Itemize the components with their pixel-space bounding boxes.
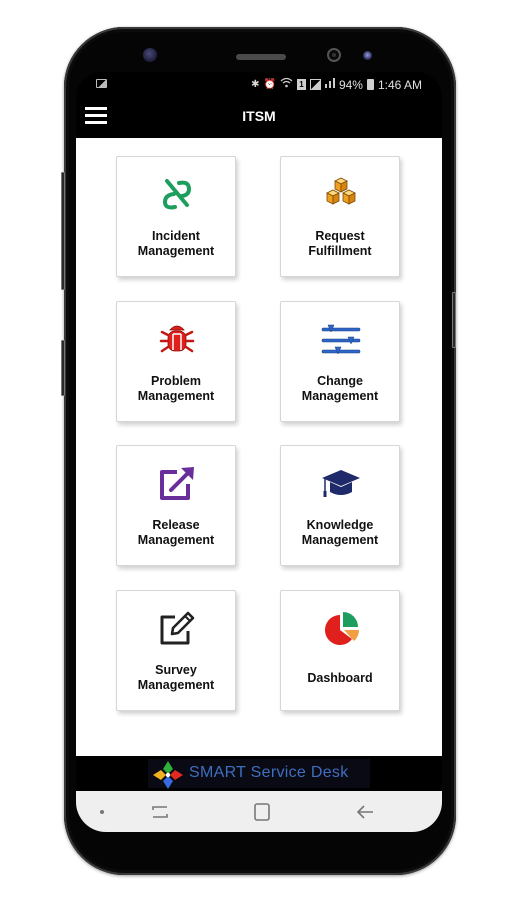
battery-icon bbox=[366, 79, 374, 90]
sim-icon: 1 bbox=[296, 79, 306, 90]
phone-screen: ✱ ⏰ 1 94% 1:46 AM ITSM Incident Manageme… bbox=[76, 72, 442, 832]
nav-dot-indicator bbox=[100, 810, 104, 814]
external-link-icon bbox=[160, 467, 194, 500]
home-icon[interactable] bbox=[251, 801, 273, 823]
recents-icon[interactable] bbox=[149, 801, 171, 823]
edit-pencil-icon bbox=[160, 611, 195, 645]
tile-survey-management[interactable]: Survey Management bbox=[116, 590, 236, 711]
tile-knowledge-management[interactable]: Knowledge Management bbox=[280, 445, 400, 566]
tile-release-management[interactable]: Release Management bbox=[116, 445, 236, 566]
tile-label-line1: Problem bbox=[150, 374, 201, 388]
bixby-button bbox=[61, 340, 65, 396]
gallery-icon bbox=[96, 79, 107, 88]
app-bar: ITSM bbox=[76, 96, 442, 138]
brand-footer: SMART Service Desk bbox=[76, 756, 442, 791]
proximity-sensor bbox=[143, 48, 157, 62]
broken-link-icon bbox=[162, 179, 192, 210]
tile-label: Knowledge Management bbox=[281, 518, 399, 548]
tile-label: Request Fulfillment bbox=[281, 229, 399, 259]
tile-label-line1: Dashboard bbox=[307, 671, 373, 685]
status-bar: ✱ ⏰ 1 94% 1:46 AM bbox=[76, 72, 442, 96]
system-nav-bar bbox=[76, 791, 442, 832]
clock: 1:46 AM bbox=[377, 77, 422, 92]
module-grid: Incident Management Request Fulfillment … bbox=[76, 138, 442, 756]
tile-label: Survey Management bbox=[117, 663, 235, 693]
power-button bbox=[452, 292, 456, 348]
tile-label-line2: Management bbox=[137, 678, 215, 692]
tile-dashboard[interactable]: Dashboard bbox=[280, 590, 400, 711]
tile-label-line2: Management bbox=[301, 533, 379, 547]
back-icon[interactable] bbox=[354, 801, 376, 823]
tile-label-line1: Change bbox=[317, 374, 363, 388]
tile-change-management[interactable]: Change Management bbox=[280, 301, 400, 422]
alarm-icon: ⏰ bbox=[263, 78, 276, 90]
tile-label-line1: Request bbox=[315, 229, 365, 243]
signal-bars-icon bbox=[324, 77, 335, 92]
tile-label: Dashboard bbox=[281, 671, 399, 686]
tile-label-line1: Knowledge bbox=[306, 518, 374, 532]
earpiece-speaker bbox=[236, 54, 286, 60]
brand-name: SMART Service Desk bbox=[189, 764, 349, 781]
tile-request-fulfillment[interactable]: Request Fulfillment bbox=[280, 156, 400, 277]
tile-label-line2: Management bbox=[137, 244, 215, 258]
bluetooth-icon: ✱ bbox=[251, 78, 260, 90]
page-title: ITSM bbox=[242, 108, 276, 124]
bug-icon bbox=[159, 325, 195, 353]
tile-label-line2: Management bbox=[301, 389, 379, 403]
pie-chart-icon bbox=[325, 612, 359, 645]
iris-sensor bbox=[363, 51, 372, 60]
wifi-icon bbox=[280, 77, 293, 92]
tile-label-line2: Management bbox=[137, 389, 215, 403]
tile-label-line1: Release bbox=[152, 518, 200, 532]
sliders-icon bbox=[321, 324, 361, 355]
tile-label-line2: Fulfillment bbox=[308, 244, 372, 258]
tile-incident-management[interactable]: Incident Management bbox=[116, 156, 236, 277]
boxes-icon bbox=[326, 177, 356, 205]
tile-label-line2: Management bbox=[137, 533, 215, 547]
front-camera bbox=[327, 48, 341, 62]
tile-label: Change Management bbox=[281, 374, 399, 404]
signal-icon bbox=[309, 79, 321, 90]
tile-label-line1: Survey bbox=[155, 663, 197, 677]
tile-label: Release Management bbox=[117, 518, 235, 548]
tile-label: Incident Management bbox=[117, 229, 235, 259]
smart-logo-icon bbox=[153, 761, 183, 789]
tile-label: Problem Management bbox=[117, 374, 235, 404]
volume-button bbox=[61, 172, 65, 290]
graduation-cap-icon bbox=[322, 470, 360, 497]
battery-percent: 94% bbox=[338, 77, 363, 92]
tile-problem-management[interactable]: Problem Management bbox=[116, 301, 236, 422]
tile-label-line1: Incident bbox=[152, 229, 200, 243]
